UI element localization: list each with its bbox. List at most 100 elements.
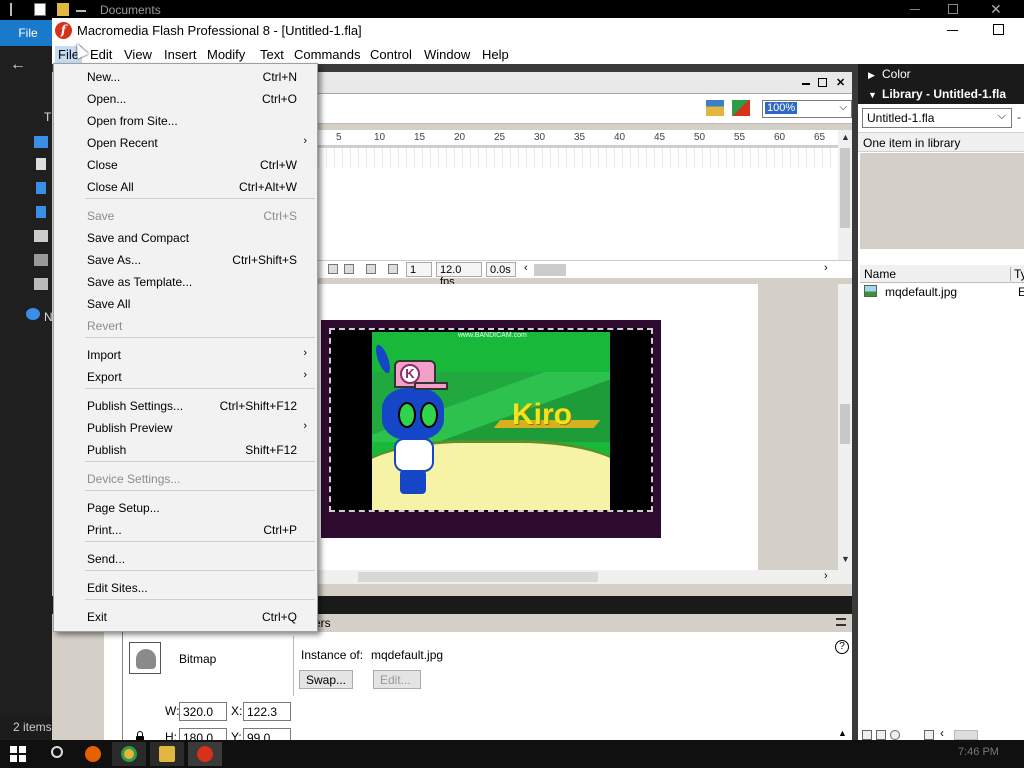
zoom-dropdown-icon[interactable]: ⌵ bbox=[839, 102, 847, 113]
panel-options-icon[interactable] bbox=[836, 618, 846, 626]
file-menu-item-device-settings[interactable]: Device Settings... bbox=[54, 468, 317, 490]
new-folder-icon[interactable] bbox=[876, 730, 886, 740]
menu-control[interactable]: Control bbox=[367, 46, 415, 63]
explorer-minimize-icon[interactable] bbox=[910, 9, 920, 10]
delete-icon[interactable] bbox=[924, 730, 934, 740]
explorer-back-arrow-icon[interactable]: ← bbox=[10, 56, 26, 74]
file-menu-item-publish-settings[interactable]: Publish Settings... Ctrl+Shift+F12 bbox=[54, 395, 317, 417]
file-menu-item-close-all[interactable]: Close All Ctrl+Alt+W bbox=[54, 176, 317, 198]
doc-close-icon[interactable]: ✕ bbox=[836, 76, 845, 89]
timeline-frames[interactable] bbox=[318, 148, 838, 168]
taskbar-flash-icon[interactable] bbox=[188, 742, 222, 766]
taskbar-chrome-icon[interactable] bbox=[112, 742, 146, 766]
minimize-icon[interactable] bbox=[947, 30, 958, 31]
file-menu-item-save-and-compact[interactable]: Save and Compact bbox=[54, 227, 317, 249]
column-name[interactable]: Name bbox=[864, 267, 896, 281]
taskbar-explorer-icon[interactable] bbox=[150, 742, 184, 766]
menu-window[interactable]: Window bbox=[421, 46, 473, 63]
nav-music-icon[interactable] bbox=[36, 206, 46, 218]
menu-help[interactable]: Help bbox=[479, 46, 512, 63]
new-symbol-icon[interactable] bbox=[862, 730, 872, 740]
menu-text[interactable]: Text bbox=[257, 46, 287, 63]
edit-multiple-frames-icon[interactable] bbox=[388, 264, 398, 274]
lock-icon[interactable] bbox=[136, 731, 144, 740]
library-document-select[interactable]: Untitled-1.fla ⌵ bbox=[862, 108, 1012, 128]
onion-skin-icon[interactable] bbox=[344, 264, 354, 274]
menu-commands[interactable]: Commands bbox=[291, 46, 363, 63]
nav-videos-icon[interactable] bbox=[34, 254, 48, 266]
swap-button[interactable]: Swap... bbox=[299, 670, 354, 689]
windows-start-icon[interactable] bbox=[10, 746, 26, 762]
timeline-vertical-scrollbar[interactable]: ▲ ▼ bbox=[838, 130, 852, 278]
bitmap-instance[interactable]: www.BANDICAM.com Kiro K bbox=[329, 328, 653, 512]
column-type[interactable]: Ty bbox=[1010, 267, 1024, 281]
width-field[interactable]: 320.0 bbox=[179, 702, 227, 721]
timeline-hscroll-thumb[interactable] bbox=[534, 264, 566, 276]
file-menu-item-print[interactable]: Print... Ctrl+P bbox=[54, 519, 317, 541]
file-menu-item-edit-sites[interactable]: Edit Sites... bbox=[54, 577, 317, 599]
chevron-down-icon[interactable]: ⌵ bbox=[998, 110, 1006, 123]
menu-view[interactable]: View bbox=[121, 46, 155, 63]
scroll-right-icon[interactable]: › bbox=[824, 262, 828, 274]
onion-outlines-icon[interactable] bbox=[366, 264, 376, 274]
nav-pictures-icon[interactable] bbox=[34, 230, 48, 242]
properties-scroll-up-icon[interactable]: ▲ bbox=[838, 728, 847, 738]
maximize-icon[interactable] bbox=[993, 24, 1004, 35]
center-frame-icon[interactable] bbox=[328, 264, 338, 274]
x-field[interactable]: 122.3 bbox=[243, 702, 291, 721]
stage[interactable]: www.BANDICAM.com Kiro K bbox=[321, 320, 661, 538]
library-hscroll-thumb[interactable] bbox=[954, 730, 978, 740]
file-menu-item-import[interactable]: Import › bbox=[54, 344, 317, 366]
library-item[interactable]: mqdefault.jpg E bbox=[860, 283, 1024, 301]
color-panel-header[interactable]: ▶ Color bbox=[858, 64, 1024, 84]
edit-bitmap-button[interactable]: Edit... bbox=[373, 670, 421, 689]
nav-desktop-icon[interactable] bbox=[34, 136, 48, 148]
file-menu-item-publish[interactable]: Publish Shift+F12 bbox=[54, 439, 317, 461]
zoom-select[interactable]: 100% ⌵ bbox=[762, 100, 852, 118]
quick-access-dropdown-icon[interactable] bbox=[76, 6, 86, 12]
file-menu-item-exit[interactable]: Exit Ctrl+Q bbox=[54, 606, 317, 628]
doc-minimize-icon[interactable] bbox=[802, 83, 810, 85]
y-field[interactable]: 99.0 bbox=[243, 728, 291, 740]
file-menu-item-save-all[interactable]: Save All bbox=[54, 293, 317, 315]
properties-icon[interactable] bbox=[890, 730, 900, 740]
stage-scroll-right-icon[interactable]: › bbox=[824, 570, 828, 582]
nav-network-icon[interactable] bbox=[26, 308, 40, 320]
height-field[interactable]: 180.0 bbox=[179, 728, 227, 740]
nav-downloads-icon[interactable] bbox=[36, 182, 46, 194]
file-menu-item-publish-preview[interactable]: Publish Preview › bbox=[54, 417, 317, 439]
quick-access-pin-icon[interactable] bbox=[10, 3, 22, 16]
file-menu-item-close[interactable]: Close Ctrl+W bbox=[54, 154, 317, 176]
file-menu-item-open[interactable]: Open... Ctrl+O bbox=[54, 88, 317, 110]
stage-horizontal-scrollbar[interactable]: › bbox=[318, 570, 852, 584]
taskbar-search-icon[interactable] bbox=[40, 742, 74, 766]
menu-edit[interactable]: Edit bbox=[87, 46, 115, 63]
stage-vertical-scrollbar[interactable]: ▼ bbox=[838, 284, 852, 570]
explorer-close-icon[interactable]: ✕ bbox=[990, 1, 1002, 18]
quick-access-properties-icon[interactable] bbox=[34, 3, 46, 16]
doc-restore-icon[interactable] bbox=[818, 78, 827, 87]
library-scroll-left-icon[interactable]: ‹ bbox=[940, 726, 944, 740]
file-menu-item-export[interactable]: Export › bbox=[54, 366, 317, 388]
file-menu-item-open-recent[interactable]: Open Recent › bbox=[54, 132, 317, 154]
scroll-up-icon[interactable]: ▲ bbox=[841, 132, 850, 142]
file-menu-item-open-from-site[interactable]: Open from Site... bbox=[54, 110, 317, 132]
edit-symbols-icon[interactable] bbox=[732, 100, 750, 116]
file-menu-item-save[interactable]: Save Ctrl+S bbox=[54, 205, 317, 227]
nav-drive-icon[interactable] bbox=[34, 278, 48, 290]
stage-scroll-down-icon[interactable]: ▼ bbox=[841, 554, 850, 564]
library-panel-header[interactable]: ▼ Library - Untitled-1.fla bbox=[858, 84, 1024, 104]
nav-documents-icon[interactable] bbox=[36, 158, 46, 170]
file-menu-item-save-as[interactable]: Save As... Ctrl+Shift+S bbox=[54, 249, 317, 271]
edit-scene-icon[interactable] bbox=[706, 100, 724, 116]
explorer-restore-icon[interactable] bbox=[948, 4, 958, 14]
file-menu-item-new[interactable]: New... Ctrl+N bbox=[54, 66, 317, 88]
library-pin-icon[interactable]: - bbox=[1017, 110, 1021, 124]
scroll-left-icon[interactable]: ‹ bbox=[524, 262, 528, 274]
stage-vscroll-thumb[interactable] bbox=[840, 404, 850, 444]
help-icon[interactable]: ? bbox=[835, 640, 849, 654]
menu-insert[interactable]: Insert bbox=[161, 46, 200, 63]
taskbar-firefox-icon[interactable] bbox=[76, 742, 110, 766]
explorer-file-tab[interactable]: File bbox=[0, 20, 56, 46]
file-menu-item-page-setup[interactable]: Page Setup... bbox=[54, 497, 317, 519]
